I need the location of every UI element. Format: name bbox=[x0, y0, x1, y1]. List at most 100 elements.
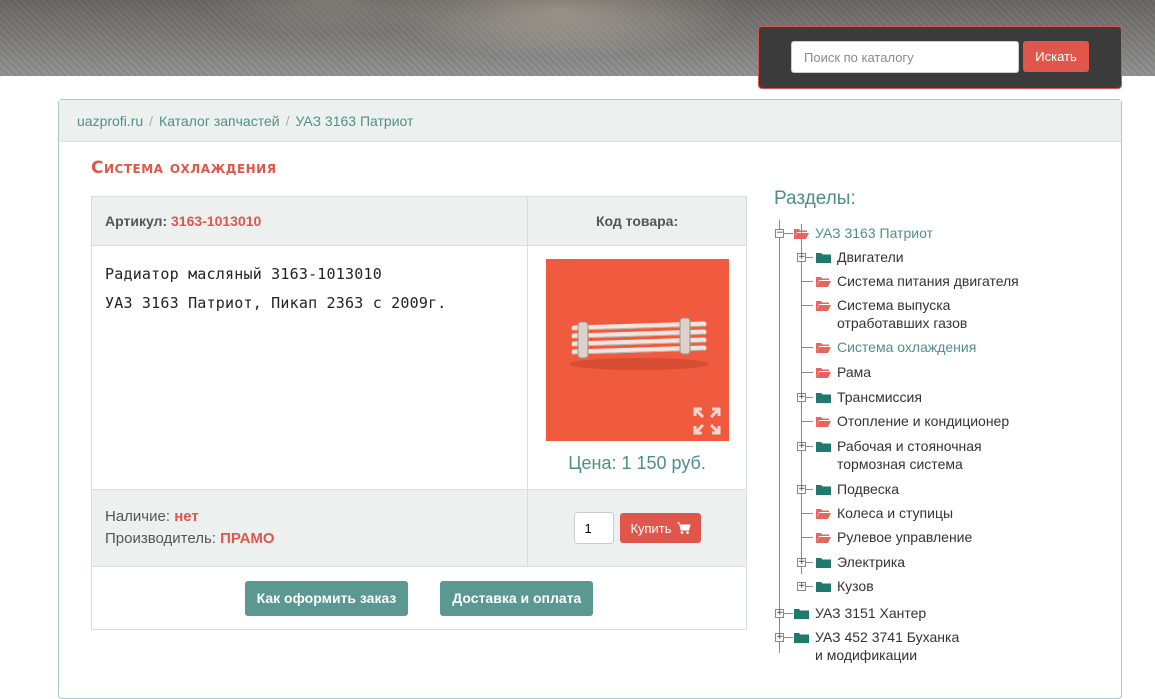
expand-toggle-icon[interactable]: + bbox=[797, 442, 806, 451]
breadcrumb-catalog[interactable]: Каталог запчастей bbox=[159, 113, 280, 129]
content-panel: uazprofi.ru / Каталог запчастей / УАЗ 31… bbox=[58, 99, 1122, 699]
tree-item-label: Система питания двигателя bbox=[837, 273, 1019, 289]
tree-item-label: Рама bbox=[837, 364, 872, 380]
manufacturer: Производитель: ПРАМО bbox=[105, 528, 527, 550]
tree-item[interactable]: Система выпуска отработавших газов bbox=[816, 296, 1041, 332]
availability-value: нет bbox=[174, 508, 199, 525]
tree-line bbox=[801, 347, 813, 348]
article-cell: Артикул: 3163-1013010 bbox=[91, 196, 529, 246]
breadcrumb-current: УАЗ 3163 Патриот bbox=[295, 112, 414, 129]
product-image[interactable] bbox=[545, 259, 729, 441]
tree-item[interactable]: Система охлаждения bbox=[816, 338, 1056, 356]
tree-item-label: УАЗ 3163 Патриот bbox=[815, 225, 933, 241]
radiator-picture bbox=[568, 317, 709, 370]
tree-line bbox=[801, 372, 813, 373]
tree-item[interactable]: Рулевое управление bbox=[816, 528, 1056, 546]
tree-line bbox=[801, 513, 813, 514]
expand-toggle-icon[interactable]: + bbox=[797, 485, 806, 494]
page-title: Система охлаждения bbox=[91, 158, 277, 178]
tree-item-label: Рулевое управление bbox=[837, 529, 973, 545]
folder-icon bbox=[816, 582, 831, 592]
delivery-payment-button[interactable]: Доставка и оплата bbox=[440, 580, 594, 616]
quantity-input[interactable] bbox=[573, 512, 614, 544]
tree-item-label: Трансмиссия bbox=[837, 389, 922, 405]
tree-line bbox=[801, 537, 813, 538]
tree-item-label: Система выпуска отработавших газов bbox=[837, 297, 968, 331]
folder-icon bbox=[794, 609, 809, 619]
cart-icon bbox=[676, 522, 691, 534]
how-to-order-button[interactable]: Как оформить заказ bbox=[244, 580, 409, 616]
article-value: 3163-1013010 bbox=[171, 213, 262, 229]
expand-toggle-icon[interactable]: + bbox=[797, 582, 806, 591]
buy-cell: Купить bbox=[527, 489, 747, 567]
open-folder-icon bbox=[816, 509, 831, 519]
open-folder-icon bbox=[816, 368, 831, 378]
folder-icon bbox=[816, 253, 831, 263]
tree-item[interactable]: УАЗ 452 3741 Буханка и модификации bbox=[794, 628, 964, 664]
folder-icon bbox=[816, 442, 831, 452]
tree-item-label: Кузов bbox=[837, 578, 874, 594]
search-button[interactable]: Искать bbox=[1023, 41, 1089, 72]
tree-line bbox=[801, 281, 813, 282]
tree-line bbox=[779, 220, 780, 653]
tree-item[interactable]: Кузов bbox=[816, 577, 1056, 595]
tree-item[interactable]: Рабочая и стояночная тормозная система bbox=[816, 437, 1051, 473]
buy-button[interactable]: Купить bbox=[620, 513, 701, 543]
open-folder-icon bbox=[816, 533, 831, 543]
tree-line bbox=[801, 421, 813, 422]
expand-toggle-icon[interactable]: + bbox=[775, 633, 784, 642]
product-actions-row: Как оформить заказ Доставка и оплата bbox=[92, 567, 747, 630]
folder-icon bbox=[816, 485, 831, 495]
product-stock-row: Наличие: нет Производитель: ПРАМО Купить bbox=[91, 489, 747, 567]
stock-cell: Наличие: нет Производитель: ПРАМО bbox=[91, 489, 529, 567]
product-price: Цена: 1 150 руб. bbox=[568, 453, 706, 473]
expand-icon[interactable] bbox=[693, 407, 721, 435]
tree-item-label: Колеса и ступицы bbox=[837, 505, 954, 521]
tree-item[interactable]: Электрика bbox=[816, 553, 1056, 571]
product-code-label: Код товара: bbox=[527, 196, 747, 246]
tree-item[interactable]: УАЗ 3151 Хантер bbox=[794, 604, 1054, 622]
tree-line bbox=[801, 305, 813, 306]
open-folder-icon bbox=[816, 343, 831, 353]
product-table: Артикул: 3163-1013010 Код товара: Радиат… bbox=[91, 196, 747, 630]
tree-item[interactable]: УАЗ 3163 Патриот bbox=[794, 224, 1054, 242]
collapse-toggle-icon[interactable]: − bbox=[775, 229, 784, 238]
availability: Наличие: нет bbox=[105, 506, 527, 528]
tree-item[interactable]: Подвеска bbox=[816, 480, 1056, 498]
folder-icon bbox=[816, 558, 831, 568]
article-label: Артикул: bbox=[105, 213, 168, 229]
expand-toggle-icon[interactable]: + bbox=[797, 558, 806, 567]
search-box: Искать bbox=[758, 26, 1122, 89]
expand-toggle-icon[interactable]: + bbox=[797, 393, 806, 402]
tree-item-label: Двигатели bbox=[837, 249, 904, 265]
tree-item[interactable]: Двигатели bbox=[816, 248, 1056, 266]
open-folder-icon bbox=[816, 277, 831, 287]
breadcrumb-separator: / bbox=[149, 112, 154, 129]
buy-button-label: Купить bbox=[630, 520, 672, 536]
breadcrumb-home[interactable]: uazprofi.ru bbox=[77, 113, 143, 129]
tree-item[interactable]: Отопление и кондиционер bbox=[816, 412, 1056, 430]
folder-icon bbox=[816, 393, 831, 403]
tree-item-label: УАЗ 452 3741 Буханка и модификации bbox=[815, 629, 960, 663]
product-name-cell: Радиатор масляный 3163-1013010 УАЗ 3163 … bbox=[91, 245, 529, 490]
product-name-line1: Радиатор масляный 3163-1013010 bbox=[105, 265, 382, 283]
tree-item[interactable]: Трансмиссия bbox=[816, 388, 1056, 406]
manufacturer-value: ПРАМО bbox=[220, 530, 275, 547]
tree-item-label: Отопление и кондиционер bbox=[837, 413, 1010, 429]
manufacturer-label: Производитель: bbox=[105, 530, 216, 547]
product-image-cell: Цена: 1 150 руб. bbox=[527, 245, 747, 490]
breadcrumb-separator: / bbox=[285, 112, 290, 129]
expand-toggle-icon[interactable]: + bbox=[797, 253, 806, 262]
expand-toggle-icon[interactable]: + bbox=[775, 609, 784, 618]
product-name-line2: УАЗ 3163 Патриот, Пикап 2363 с 2009г. bbox=[105, 294, 447, 312]
tree-item[interactable]: Рама bbox=[816, 363, 1056, 381]
search-input[interactable] bbox=[791, 41, 1019, 73]
availability-label: Наличие: bbox=[105, 508, 171, 525]
tree-item-label: Рабочая и стояночная тормозная система bbox=[837, 438, 982, 472]
tree-item[interactable]: Система питания двигателя bbox=[816, 272, 1056, 290]
tree-item[interactable]: Колеса и ступицы bbox=[816, 504, 1056, 522]
open-folder-icon bbox=[816, 301, 831, 311]
tree-item-label: Система охлаждения bbox=[837, 339, 977, 355]
tree-item-label: Электрика bbox=[837, 554, 906, 570]
open-folder-icon bbox=[794, 229, 809, 239]
